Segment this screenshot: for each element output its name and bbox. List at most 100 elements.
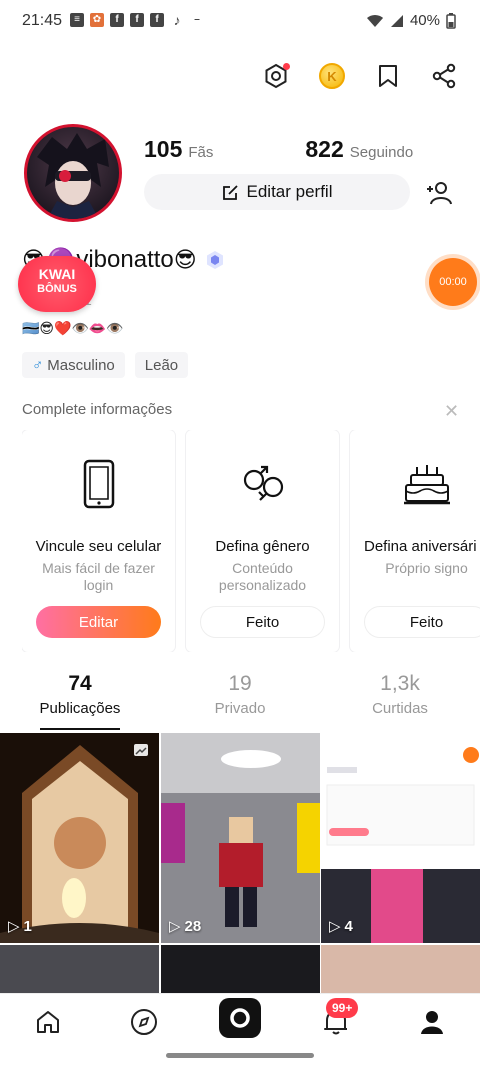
facebook-icon: f — [110, 13, 124, 27]
male-icon: ♂ — [32, 356, 44, 374]
stats-row: 105 Fãs 822 Seguindo — [144, 136, 413, 163]
status-time: 21:45 — [22, 12, 63, 29]
bio-emojis: 🇧🇼😎❤️👁️👄👁️ — [22, 320, 124, 336]
add-friend-button[interactable] — [424, 178, 454, 208]
camera-icon — [230, 1008, 250, 1028]
following-count[interactable]: 822 — [305, 136, 343, 163]
tab-count: 1,3k — [380, 672, 420, 695]
notification-badge: 99+ — [326, 998, 359, 1018]
avatar-image — [37, 133, 109, 219]
card-subtitle: Mais fácil de fazer login — [42, 560, 155, 593]
tab-count: 74 — [68, 672, 92, 695]
profile-tabs: 74 Publicações 19 Privado 1,3k Curtidas — [0, 672, 480, 732]
nav-profile[interactable] — [414, 1004, 450, 1040]
bottom-navigation: 99+ — [0, 993, 480, 1045]
set-gender-card[interactable]: Defina gênero Conteúdo personalizado Fei… — [186, 430, 339, 652]
video-preview-image — [0, 733, 159, 943]
zodiac-tag[interactable]: Leão — [134, 352, 189, 378]
app-icon: ✿ — [90, 13, 104, 27]
active-tab-indicator — [40, 728, 120, 730]
home-indicator[interactable] — [166, 1053, 314, 1058]
settings-notification-dot — [283, 63, 290, 70]
tab-label: Curtidas — [372, 700, 428, 717]
card-title: Defina gênero — [215, 538, 310, 555]
tab-count: 19 — [228, 672, 252, 695]
system-status: 40% — [366, 12, 456, 29]
nav-discover[interactable] — [126, 1004, 162, 1040]
tiktok-icon: ♪ — [173, 12, 181, 28]
signal-icon — [390, 14, 403, 27]
edit-icon — [222, 184, 238, 200]
bookmark-button[interactable] — [372, 60, 404, 92]
done-button[interactable]: Feito — [200, 606, 325, 638]
set-birthday-card[interactable]: Defina aniversári Próprio signo Feito — [350, 430, 480, 652]
kwai-bonus-subtitle: BÔNUS — [37, 283, 77, 295]
card-title: Defina aniversári — [364, 538, 477, 555]
bookmark-icon — [379, 65, 397, 87]
edit-button[interactable]: Editar — [36, 606, 161, 638]
view-count: ▷ 4 — [329, 917, 353, 936]
done-button[interactable]: Feito — [364, 606, 480, 638]
video-preview-image — [321, 733, 480, 943]
view-count: ▷ 28 — [169, 917, 202, 936]
gallery-icon — [134, 744, 148, 756]
verified-icon — [206, 251, 223, 269]
facebook-icon: f — [150, 13, 164, 27]
nav-home[interactable] — [30, 1004, 66, 1040]
tab-likes[interactable]: 1,3k Curtidas — [320, 672, 480, 717]
settings-button[interactable] — [260, 60, 292, 92]
video-preview-image — [161, 733, 320, 943]
complete-info-cards: Vincule seu celular Mais fácil de fazer … — [22, 430, 480, 652]
card-title: Vincule seu celular — [35, 538, 162, 555]
cake-icon — [350, 456, 480, 512]
battery-icon — [446, 12, 456, 29]
notification-icons: ≡ ✿ f f f ♪ – — [70, 13, 204, 27]
tab-publications[interactable]: 74 Publicações — [0, 672, 160, 717]
gender-tag-label: Masculino — [47, 356, 115, 374]
share-icon — [432, 63, 456, 89]
reward-timer-button[interactable]: 00:00 — [429, 258, 477, 306]
gender-icon — [186, 456, 339, 512]
tab-label: Privado — [214, 700, 266, 717]
close-icon[interactable]: ✕ — [444, 401, 459, 422]
view-count-value: 28 — [184, 917, 202, 935]
coin-icon: K — [319, 63, 345, 89]
play-icon: ▷ — [329, 918, 341, 935]
gender-tag[interactable]: ♂ Masculino — [22, 352, 125, 378]
compass-icon — [131, 1009, 157, 1035]
card-subtitle: Próprio signo — [385, 560, 468, 576]
video-thumbnail[interactable]: ▷ 28 — [161, 733, 320, 943]
facebook-icon: f — [130, 13, 144, 27]
phone-icon — [22, 456, 175, 512]
play-icon: ▷ — [8, 918, 20, 935]
battery-percentage: 40% — [409, 12, 440, 29]
kwai-bonus-title: KWAI — [38, 266, 76, 282]
share-button[interactable] — [428, 60, 460, 92]
profile-toolbar: K — [260, 60, 460, 92]
kwai-bonus-button[interactable]: KWAI BÔNUS — [18, 256, 96, 312]
edit-profile-label: Editar perfil — [246, 182, 333, 201]
fans-count[interactable]: 105 — [144, 136, 182, 163]
wifi-icon — [366, 14, 383, 27]
status-bar: 21:45 ≡ ✿ f f f ♪ – 40% — [0, 0, 480, 44]
coins-button[interactable]: K — [316, 60, 348, 92]
fans-label: Fãs — [188, 144, 214, 161]
avatar[interactable] — [24, 124, 122, 222]
video-thumbnail[interactable]: ▷ 4 — [321, 733, 480, 943]
view-count-value: 4 — [344, 917, 353, 935]
view-count: ▷ 1 — [8, 917, 32, 936]
video-thumbnail[interactable] — [161, 945, 320, 993]
video-thumbnail[interactable] — [0, 945, 159, 993]
edit-profile-button[interactable]: Editar perfil — [144, 174, 410, 210]
add-user-icon — [427, 182, 452, 205]
link-phone-card[interactable]: Vincule seu celular Mais fácil de fazer … — [22, 430, 175, 652]
tab-private[interactable]: 19 Privado — [160, 672, 320, 717]
message-icon: ≡ — [70, 13, 84, 27]
tab-label: Publicações — [39, 700, 121, 717]
video-thumbnail[interactable] — [321, 945, 480, 993]
username-emoji: 😎 — [173, 247, 197, 272]
video-thumbnail[interactable]: ▷ 1 — [0, 733, 159, 943]
profile-icon — [421, 1011, 443, 1034]
create-video-button[interactable] — [219, 998, 261, 1038]
play-icon: ▷ — [169, 918, 181, 935]
